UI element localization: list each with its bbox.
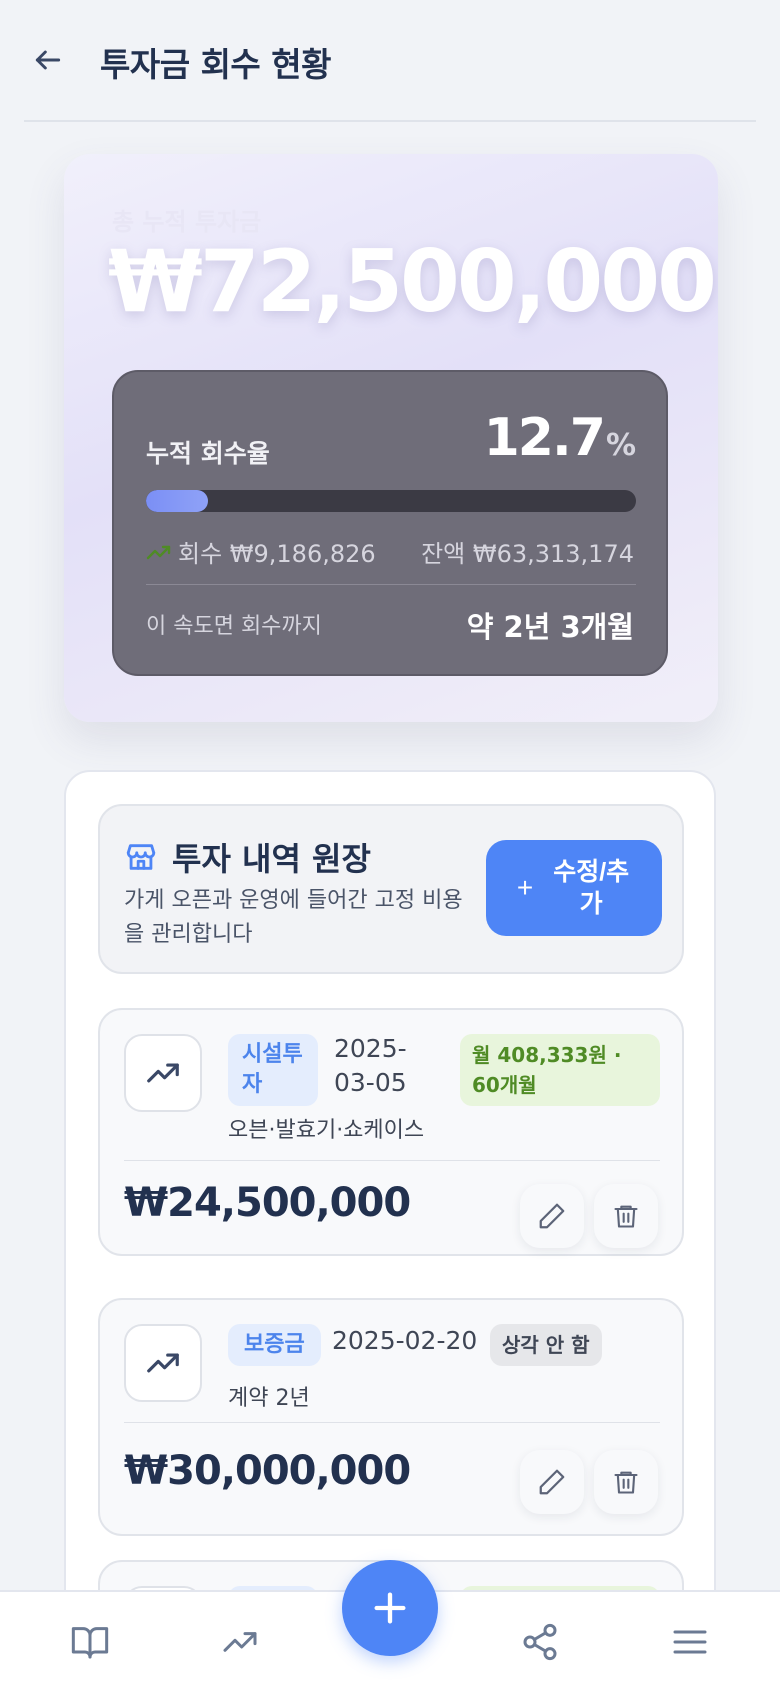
entry-date: 2025-03-05 bbox=[334, 1034, 407, 1097]
edit-entry-button[interactable] bbox=[520, 1450, 584, 1514]
delete-entry-button[interactable] bbox=[594, 1450, 658, 1514]
ledger-description: 가게 오픈과 운영에 들어간 고정 비용을 관리합니다 bbox=[124, 888, 463, 947]
nav-menu[interactable] bbox=[664, 1616, 716, 1668]
ledger-entry[interactable]: 시설투자 2025-03-05 월 408,333원 · 60개월 오븐·발효기… bbox=[98, 1008, 684, 1256]
trending-up-icon bbox=[147, 1353, 179, 1373]
share-icon bbox=[523, 1623, 557, 1661]
nav-recovery[interactable] bbox=[214, 1616, 266, 1668]
category-chip: 시설투자 bbox=[228, 1034, 318, 1106]
back-button[interactable] bbox=[28, 40, 68, 80]
entry-amount: ₩24,500,000 bbox=[124, 1180, 411, 1226]
book-icon bbox=[71, 1627, 109, 1659]
total-investment-amount: ₩72,500,000 bbox=[108, 232, 717, 332]
add-fab-button[interactable] bbox=[342, 1560, 438, 1656]
plus-icon: + bbox=[516, 872, 534, 903]
eta-label: 이 속도면 회수까지 bbox=[146, 614, 322, 639]
header-divider bbox=[24, 120, 756, 122]
nav-share[interactable] bbox=[514, 1616, 566, 1668]
recovery-rate-unit: % bbox=[605, 428, 636, 463]
trash-icon bbox=[614, 1205, 638, 1228]
recovered-amount-text: 회수 ₩9,186,826 bbox=[178, 540, 376, 568]
ledger-title: 투자 내역 원장 bbox=[172, 840, 371, 878]
recovery-progress-fill bbox=[146, 490, 209, 512]
category-chip: 보증금 bbox=[228, 1324, 321, 1366]
recovery-divider bbox=[146, 584, 636, 585]
entry-divider bbox=[124, 1422, 660, 1423]
ledger-entry[interactable]: 보증금 2025-02-20 상각 안 함 계약 2년 ₩30,000,000 bbox=[98, 1298, 684, 1536]
recovery-rate-label: 누적 회수율 bbox=[146, 439, 270, 468]
store-icon bbox=[126, 844, 156, 870]
entry-amount: ₩30,000,000 bbox=[124, 1448, 411, 1494]
pencil-icon bbox=[539, 1203, 565, 1229]
recovery-rate: 12.7 % bbox=[484, 408, 636, 468]
menu-icon bbox=[673, 1630, 707, 1654]
ledger-header: 투자 내역 원장 가게 오픈과 운영에 들어간 고정 비용을 관리합니다 + 수… bbox=[98, 804, 684, 974]
page-title: 투자금 회수 현황 bbox=[100, 45, 332, 84]
edit-add-button[interactable]: + 수정/추가 bbox=[486, 840, 662, 936]
remaining-amount: 잔액 ₩63,313,174 bbox=[421, 540, 634, 568]
total-investment-card: 총 누적 투자금 ₩72,500,000 누적 회수율 12.7 % 회수 ₩9… bbox=[64, 154, 718, 722]
arrow-left-icon bbox=[35, 50, 61, 70]
recovery-rate-value: 12.7 bbox=[483, 408, 606, 468]
entry-icon-box bbox=[124, 1324, 202, 1402]
trash-icon bbox=[614, 1471, 638, 1494]
edit-entry-button[interactable] bbox=[520, 1184, 584, 1248]
entry-note: 계약 2년 bbox=[228, 1386, 310, 1411]
recovery-progress-bar bbox=[146, 490, 636, 512]
investment-ledger: 투자 내역 원장 가게 오픈과 운영에 들어간 고정 비용을 관리합니다 + 수… bbox=[64, 770, 716, 1688]
pencil-icon bbox=[539, 1469, 565, 1495]
add-icon bbox=[374, 1592, 406, 1624]
eta-value: 약 2년 3개월 bbox=[466, 610, 634, 644]
entry-date: 2025-02-20 bbox=[332, 1326, 478, 1355]
delete-entry-button[interactable] bbox=[594, 1184, 658, 1248]
recovery-summary: 누적 회수율 12.7 % 회수 ₩9,186,826 잔액 ₩63,313,1… bbox=[112, 370, 668, 676]
entry-divider bbox=[124, 1160, 660, 1161]
trending-up-icon bbox=[146, 545, 171, 559]
recovered-amount: 회수 ₩9,186,826 bbox=[146, 534, 376, 569]
app-header: 투자금 회수 현황 bbox=[0, 0, 780, 122]
entry-note: 오븐·발효기·쇼케이스 bbox=[228, 1118, 425, 1143]
trending-up-icon bbox=[147, 1063, 179, 1083]
trend-icon bbox=[223, 1632, 257, 1652]
edit-add-label: 수정/추가 bbox=[553, 858, 630, 918]
depreciation-badge: 상각 안 함 bbox=[490, 1324, 602, 1366]
entry-icon-box bbox=[124, 1034, 202, 1112]
depreciation-badge: 월 408,333원 · 60개월 bbox=[460, 1034, 660, 1106]
nav-ledger[interactable] bbox=[64, 1616, 116, 1668]
